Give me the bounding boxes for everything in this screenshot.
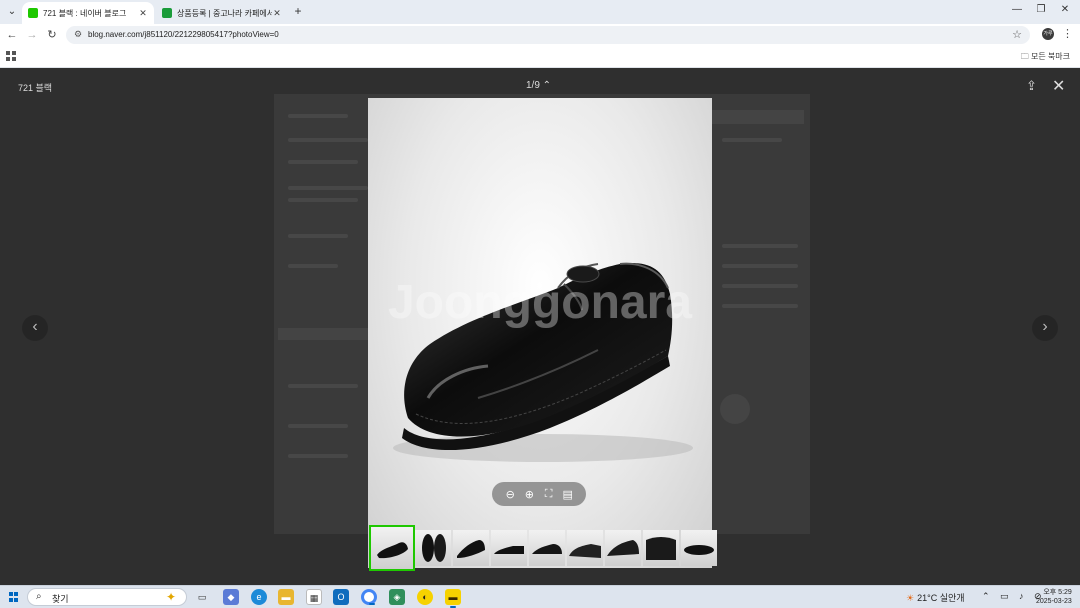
search-icon: ⌕	[36, 591, 42, 602]
tab-close-icon[interactable]: ✕	[138, 8, 148, 19]
clock-date: 2025-03-23	[1036, 598, 1072, 605]
store-app-icon[interactable]: ▦	[306, 589, 322, 605]
fullscreen-icon[interactable]: ⛶	[542, 488, 556, 501]
weather-icon: ☀	[906, 593, 915, 603]
minimize-icon[interactable]: —	[1010, 4, 1024, 15]
apps-grid-icon[interactable]	[6, 51, 16, 61]
forward-icon[interactable]: →	[25, 28, 39, 42]
share-icon[interactable]: ⇪	[1026, 78, 1037, 94]
tab-naver-blog[interactable]: 721 블랙 : 네이버 블로그 ✕	[22, 2, 154, 24]
thumbnail-7[interactable]	[605, 530, 641, 566]
viewer-close-icon[interactable]: ✕	[1052, 76, 1065, 96]
tab-joonggonara[interactable]: 상품등록 | 중고나라 카페에서 ✕	[156, 2, 288, 24]
outlook-app-icon[interactable]: O	[333, 589, 349, 605]
address-bar[interactable]: ⚙ blog.naver.com/j851120/221229805417?ph…	[66, 26, 1030, 44]
browser-toolbar: ← → ↻ ⚙ blog.naver.com/j851120/221229805…	[0, 24, 1080, 46]
zoom-out-icon[interactable]: ⊖	[503, 488, 517, 501]
browser-menu-icon[interactable]: ⋮	[1062, 27, 1073, 40]
window-close-icon[interactable]: ✕	[1058, 4, 1072, 15]
file-explorer-icon[interactable]: ▬	[278, 589, 294, 605]
restore-icon[interactable]: ❐	[1034, 4, 1048, 15]
photo-counter[interactable]: 1/9 ⌃	[526, 80, 551, 91]
taskbar-clock[interactable]: 오후 5:29 2025-03-23	[1036, 588, 1072, 606]
reload-icon[interactable]: ↻	[45, 28, 59, 42]
copilot-sparkle-icon[interactable]: ✦	[166, 590, 176, 604]
app-icon-yellow[interactable]: ◐	[417, 589, 433, 605]
windows-start-icon[interactable]	[9, 592, 19, 602]
chrome-app-icon[interactable]	[361, 589, 377, 605]
app-icon-green[interactable]: ◈	[389, 589, 405, 605]
thumbnail-strip	[369, 525, 717, 571]
original-size-icon[interactable]: ▤	[561, 488, 575, 501]
bookmark-star-icon[interactable]: ☆	[1012, 28, 1022, 41]
kakaotalk-app-icon[interactable]: ▬	[445, 589, 461, 608]
cafe-favicon-icon	[162, 8, 172, 18]
zoom-toolbar: ⊖ ⊕ ⛶ ▤	[492, 482, 586, 506]
thumbnail-1[interactable]	[369, 525, 415, 571]
thumbnail-4[interactable]	[491, 530, 527, 566]
thumbnail-5[interactable]	[529, 530, 565, 566]
edge-app-icon[interactable]: e	[251, 589, 267, 605]
viewer-blog-title: 721 블랙	[18, 83, 53, 93]
tab-search-chevron-icon[interactable]: ⌄	[4, 4, 20, 20]
back-icon[interactable]: ←	[5, 28, 19, 42]
site-info-icon[interactable]: ⚙	[74, 29, 82, 40]
photo-viewer: 721 블랙 1/9 ⌃ ⇪ ✕ ‹ › Joonggonara ⊖ ⊕ ⛶ ▤	[0, 68, 1080, 585]
tab-title: 721 블랙 : 네이버 블로그	[43, 8, 127, 18]
thumbnail-9[interactable]	[681, 530, 717, 566]
clock-time: 오후 5:29	[1043, 589, 1072, 596]
weather-text: 21°C 실안개	[917, 593, 965, 603]
windows-taskbar: ⌕ 찾기 ✦ ▭ ◆ e ▬ ▦ O ◈ ◐ ▬ ☀ 21°C 실안개 ⌃ ▭ ♪…	[0, 585, 1080, 608]
copilot-app-icon[interactable]: ◆	[223, 589, 239, 605]
naver-favicon-icon	[28, 8, 38, 18]
bookmarks-bar: 🗀 모든 북마크	[0, 46, 1080, 68]
profile-avatar[interactable]: 가루	[1042, 28, 1054, 40]
thumbnail-3[interactable]	[453, 530, 489, 566]
tab-strip: ⌄ 721 블랙 : 네이버 블로그 ✕ 상품등록 | 중고나라 카페에서 ✕ …	[0, 0, 1080, 24]
thumbnail-8[interactable]	[643, 530, 679, 566]
taskbar-search[interactable]: ⌕ 찾기 ✦	[27, 588, 187, 606]
url-text[interactable]: blog.naver.com/j851120/221229805417?phot…	[88, 30, 279, 39]
task-view-icon[interactable]: ▭	[194, 589, 210, 605]
taskbar-search-placeholder: 찾기	[52, 594, 69, 604]
thumbnail-2[interactable]	[415, 530, 451, 566]
weather-widget[interactable]: ☀ 21°C 실안개	[906, 591, 965, 604]
next-photo-button[interactable]: ›	[1032, 315, 1058, 341]
tab-title: 상품등록 | 중고나라 카페에서	[177, 8, 272, 18]
main-photo: Joonggonara ⊖ ⊕ ⛶ ▤	[368, 98, 712, 568]
thumbnail-6[interactable]	[567, 530, 603, 566]
watermark-text: Joonggonara	[388, 276, 692, 329]
new-tab-icon[interactable]: +	[291, 4, 305, 18]
tab-close-icon[interactable]: ✕	[272, 8, 282, 19]
prev-photo-button[interactable]: ‹	[22, 315, 48, 341]
zoom-in-icon[interactable]: ⊕	[522, 488, 536, 501]
all-bookmarks-label: 모든 북마크	[1030, 52, 1070, 61]
all-bookmarks-button[interactable]: 🗀 모든 북마크	[1021, 51, 1070, 65]
